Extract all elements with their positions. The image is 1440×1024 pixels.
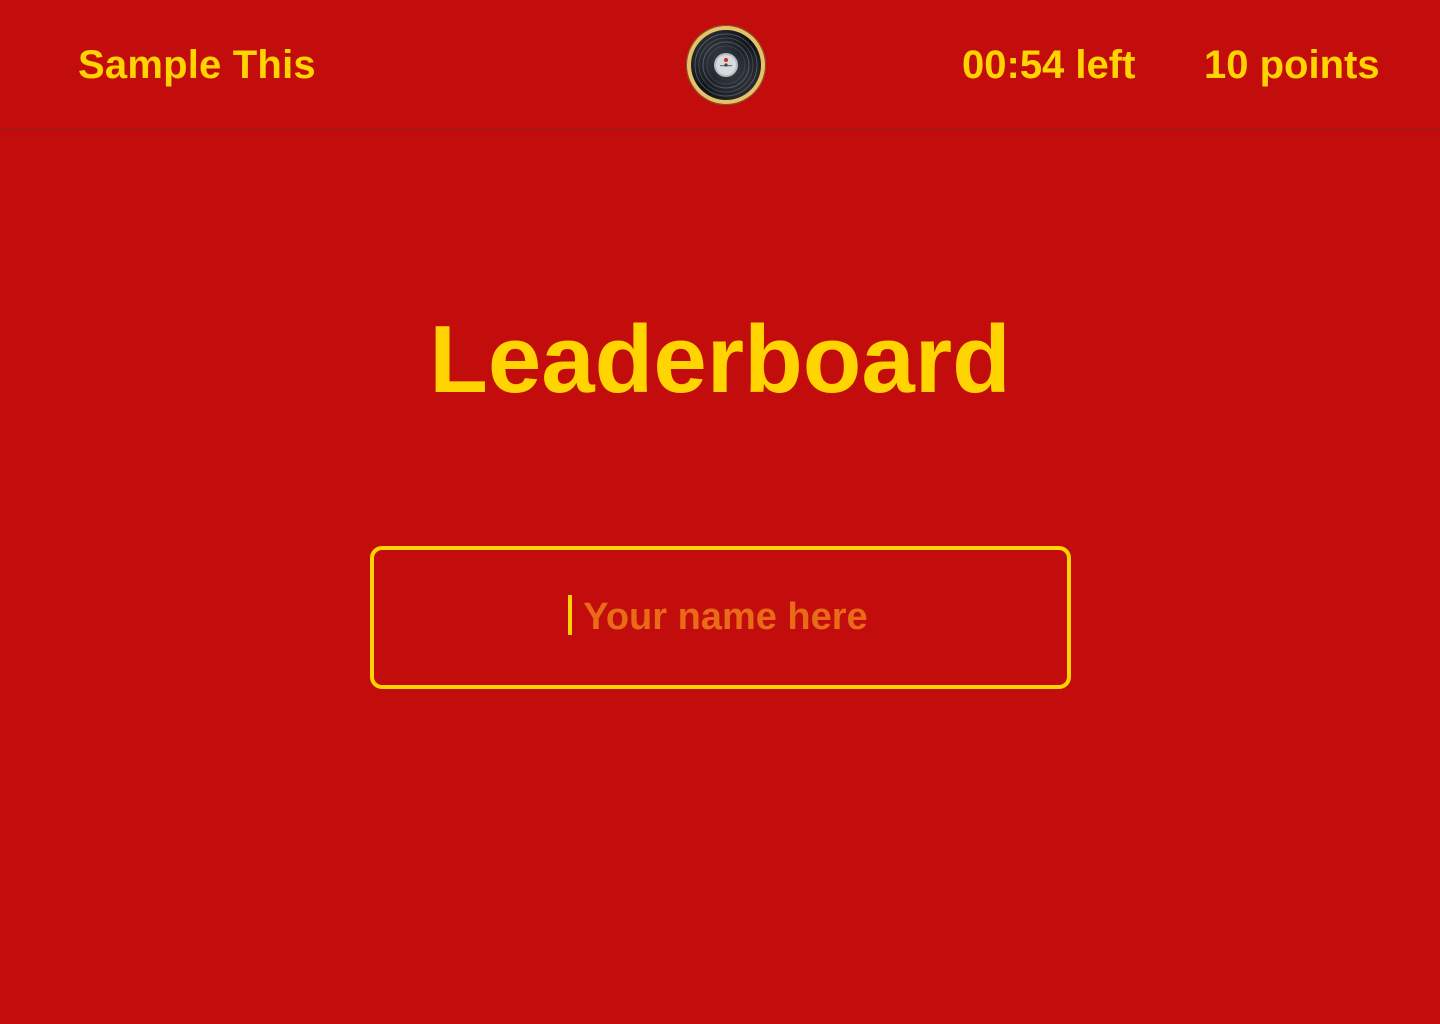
page: Sample This 00:54 left 10 points Leaderb… — [0, 0, 1440, 1024]
name-input[interactable] — [374, 550, 1067, 685]
score-points: 10 points — [1204, 43, 1380, 87]
app-title: Sample This — [78, 43, 316, 87]
vinyl-record-icon[interactable] — [686, 25, 766, 105]
name-input-box[interactable] — [370, 546, 1071, 689]
page-title: Leaderboard — [429, 306, 1011, 413]
top-bar: Sample This 00:54 left 10 points — [0, 0, 1440, 130]
time-remaining: 00:54 left — [962, 43, 1136, 87]
